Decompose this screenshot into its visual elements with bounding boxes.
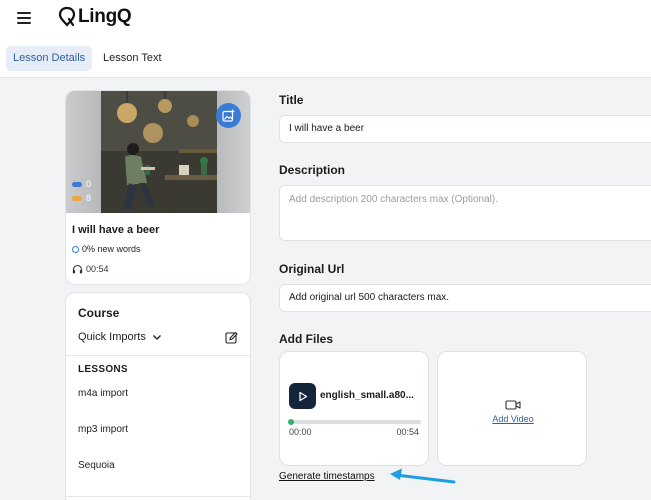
play-button[interactable] xyxy=(289,383,316,409)
new-words-label: 0% new words xyxy=(82,244,141,254)
lesson-card-title: I will have a beer xyxy=(72,224,160,236)
lingqs-count: 8 xyxy=(86,193,92,203)
generate-timestamps-link[interactable]: Generate timestamps xyxy=(279,471,375,482)
lessons-heading: LESSONS xyxy=(78,364,128,375)
arrow-annotation-icon xyxy=(390,468,456,484)
lesson-card[interactable]: 0 8 I will have a beer 0% new words 00:5… xyxy=(65,90,251,285)
tab-lesson-details[interactable]: Lesson Details xyxy=(6,46,93,71)
top-bar: LingQ xyxy=(0,0,651,38)
lesson-image: 0 8 xyxy=(66,91,250,213)
add-video-link[interactable]: Add Video xyxy=(438,414,588,424)
add-image-icon xyxy=(222,109,235,122)
title-label: Title xyxy=(279,93,304,107)
change-image-button[interactable] xyxy=(216,103,241,128)
description-placeholder: Add description 200 characters max (Opti… xyxy=(289,194,498,205)
audio-time-end: 00:54 xyxy=(396,427,419,437)
course-selected-value: Quick Imports xyxy=(78,331,146,343)
known-words-count: 0 xyxy=(86,179,92,189)
edit-course-icon[interactable] xyxy=(225,331,238,344)
lingq-logo[interactable]: LingQ xyxy=(58,6,132,28)
course-select[interactable]: Quick Imports xyxy=(78,331,162,343)
description-textarea[interactable]: Add description 200 characters max (Opti… xyxy=(279,185,651,241)
lingqs-stat: 8 xyxy=(72,193,91,203)
course-lesson-item[interactable]: m4a import xyxy=(78,388,128,399)
add-files-label: Add Files xyxy=(279,332,334,346)
audio-file-card: english_small.a80... 00:00 00:54 xyxy=(279,351,429,466)
brand-name: LingQ xyxy=(78,6,132,27)
duration-value: 00:54 xyxy=(86,264,109,274)
divider xyxy=(66,496,250,497)
divider xyxy=(66,355,250,356)
add-video-card[interactable]: Add Video xyxy=(437,351,587,466)
lesson-duration: 00:54 xyxy=(72,264,109,274)
chevron-down-icon xyxy=(152,334,161,340)
original-url-label: Original Url xyxy=(279,262,345,276)
orange-pill-icon xyxy=(72,195,82,201)
headphones-icon xyxy=(72,264,83,274)
known-words-stat: 0 xyxy=(72,179,91,189)
course-card: Course Quick Imports LESSONS m4a import … xyxy=(65,292,251,500)
course-lesson-item[interactable]: Sequoia xyxy=(78,460,115,471)
course-lesson-item[interactable]: mp3 import xyxy=(78,424,128,435)
progress-ring-icon xyxy=(72,245,79,253)
audio-time-start: 00:00 xyxy=(289,427,312,437)
original-url-placeholder: Add original url 500 characters max. xyxy=(289,292,450,303)
audio-progress-handle[interactable] xyxy=(288,419,294,425)
new-words-stat: 0% new words xyxy=(72,244,141,254)
video-camera-icon xyxy=(505,400,521,410)
title-input-value: I will have a beer xyxy=(289,123,365,134)
audio-progress-track[interactable] xyxy=(288,419,421,425)
audio-file-name: english_small.a80... xyxy=(320,390,414,401)
course-title: Course xyxy=(78,306,120,320)
tab-lesson-text[interactable]: Lesson Text xyxy=(96,46,169,71)
tab-bar: Lesson Details Lesson Text xyxy=(0,38,651,78)
play-icon xyxy=(298,391,307,401)
lingq-logo-icon xyxy=(58,6,76,27)
menu-icon[interactable] xyxy=(17,12,31,24)
original-url-input[interactable]: Add original url 500 characters max. xyxy=(279,284,651,312)
lesson-cover-illustration xyxy=(101,91,217,213)
blue-pill-icon xyxy=(72,181,82,187)
description-label: Description xyxy=(279,163,346,177)
title-input[interactable]: I will have a beer xyxy=(279,115,651,143)
